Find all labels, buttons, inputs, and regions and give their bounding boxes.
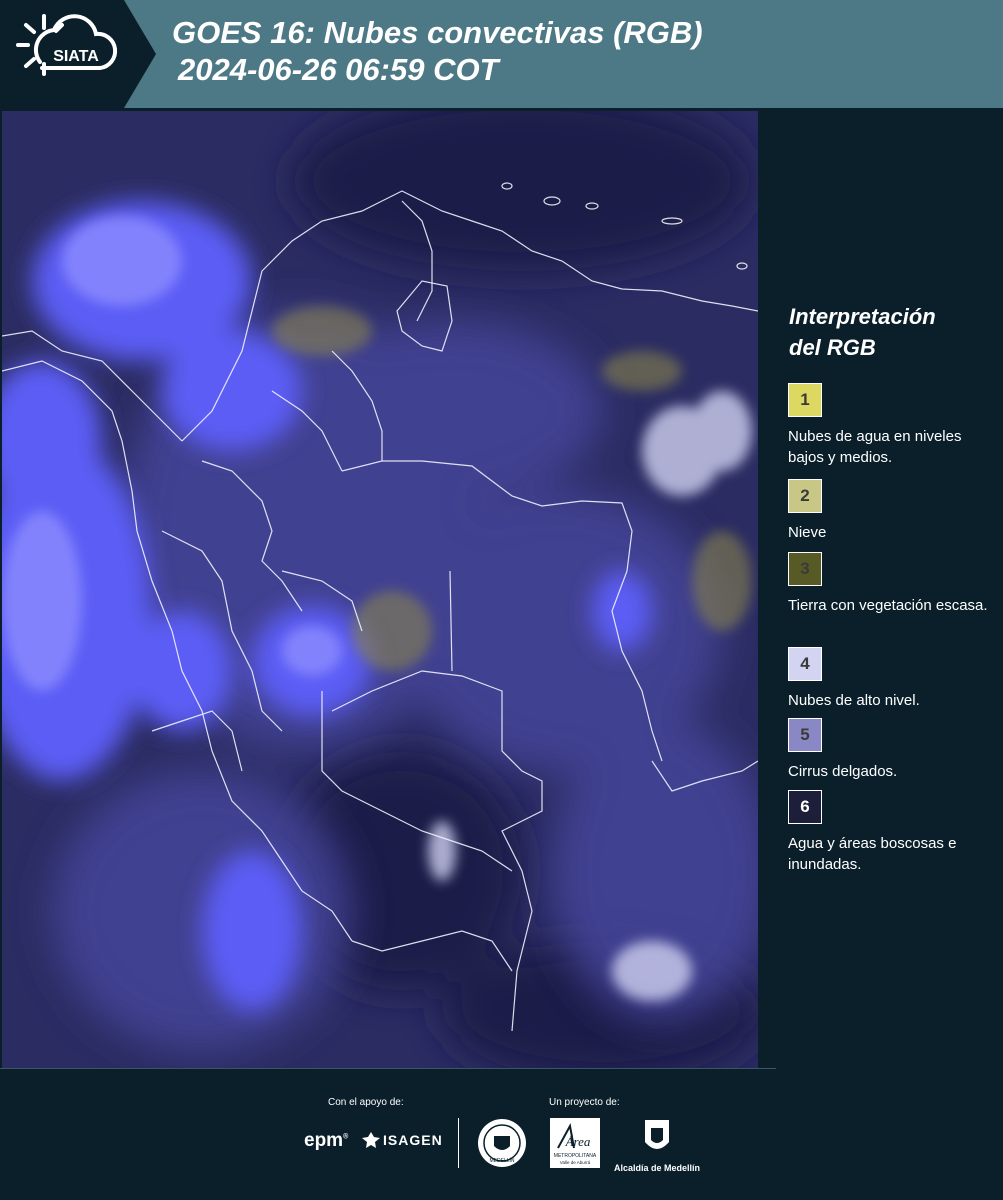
isagen-logo-text: ISAGEN bbox=[383, 1132, 443, 1148]
title-line-1: GOES 16: Nubes convectivas (RGB) bbox=[172, 15, 703, 50]
legend-label: Tierra con vegetación escasa. bbox=[788, 597, 988, 614]
legend-title: Interpretación del RGB bbox=[789, 301, 936, 363]
page-title: GOES 16: Nubes convectivas (RGB) 2024-06… bbox=[172, 14, 703, 88]
logo-text: SIATA bbox=[53, 48, 99, 65]
legend-item: 2 Nieve bbox=[788, 479, 998, 543]
legend-swatch: 2 bbox=[788, 479, 822, 513]
area-logo-line-1: Área bbox=[565, 1134, 591, 1149]
legend-title-line-1: Interpretación bbox=[789, 304, 936, 329]
legend-swatch: 6 bbox=[788, 790, 822, 824]
legend-swatch: 1 bbox=[788, 383, 822, 417]
legend-swatch: 5 bbox=[788, 718, 822, 752]
legend-swatch: 4 bbox=[788, 647, 822, 681]
legend-item: 4 Nubes de alto nivel. bbox=[788, 647, 998, 711]
project-label: Un proyecto de: bbox=[549, 1097, 620, 1108]
area-metropolitana-logo[interactable]: Área METROPOLITANA Valle de Aburrá bbox=[550, 1118, 600, 1173]
footer-divider-line bbox=[0, 1068, 776, 1069]
legend-label: Cirrus delgados. bbox=[788, 763, 898, 780]
legend-title-line-2: del RGB bbox=[789, 335, 876, 360]
legend-swatch: 3 bbox=[788, 552, 822, 586]
legend-label: Agua y áreas boscosas e inundadas. bbox=[788, 835, 957, 873]
seal-text: MEDELLÍN bbox=[489, 1157, 514, 1164]
medellin-seal-logo[interactable]: MEDELLÍN bbox=[477, 1118, 527, 1173]
legend-label: Nubes de agua en niveles bajos y medios. bbox=[788, 428, 962, 466]
area-logo-line-2: METROPOLITANA bbox=[554, 1153, 597, 1159]
siata-logo[interactable]: SIATA bbox=[0, 0, 156, 108]
alcaldia-logo[interactable]: Alcaldía de Medellín bbox=[612, 1118, 702, 1173]
epm-logo[interactable]: epm® bbox=[304, 1130, 348, 1152]
support-label: Con el apoyo de: bbox=[328, 1097, 404, 1108]
alcaldia-label: Alcaldía de Medellín bbox=[613, 1163, 701, 1173]
legend-panel: Interpretación del RGB 1 Nubes de agua e… bbox=[758, 108, 1003, 1070]
legend-item: 1 Nubes de agua en niveles bajos y medio… bbox=[788, 383, 998, 468]
legend-item: 3 Tierra con vegetación escasa. bbox=[788, 552, 998, 616]
legend-label: Nubes de alto nivel. bbox=[788, 692, 920, 709]
satellite-image bbox=[2, 111, 758, 1069]
isagen-logo[interactable]: ISAGEN bbox=[362, 1132, 443, 1148]
header-bar: SIATA GOES 16: Nubes convectivas (RGB) 2… bbox=[0, 0, 1003, 108]
legend-label: Nieve bbox=[788, 524, 827, 541]
alcaldia-shield-icon bbox=[645, 1120, 669, 1149]
logo-divider bbox=[458, 1118, 459, 1168]
legend-item: 6 Agua y áreas boscosas e inundadas. bbox=[788, 790, 998, 875]
isagen-icon bbox=[362, 1132, 380, 1148]
area-logo-line-3: Valle de Aburrá bbox=[560, 1160, 591, 1165]
epm-logo-text: epm bbox=[304, 1130, 344, 1151]
footer: Con el apoyo de: Un proyecto de: epm® IS… bbox=[0, 1068, 1003, 1200]
legend-item: 5 Cirrus delgados. bbox=[788, 718, 998, 782]
title-line-2: 2024-06-26 06:59 COT bbox=[178, 52, 499, 87]
